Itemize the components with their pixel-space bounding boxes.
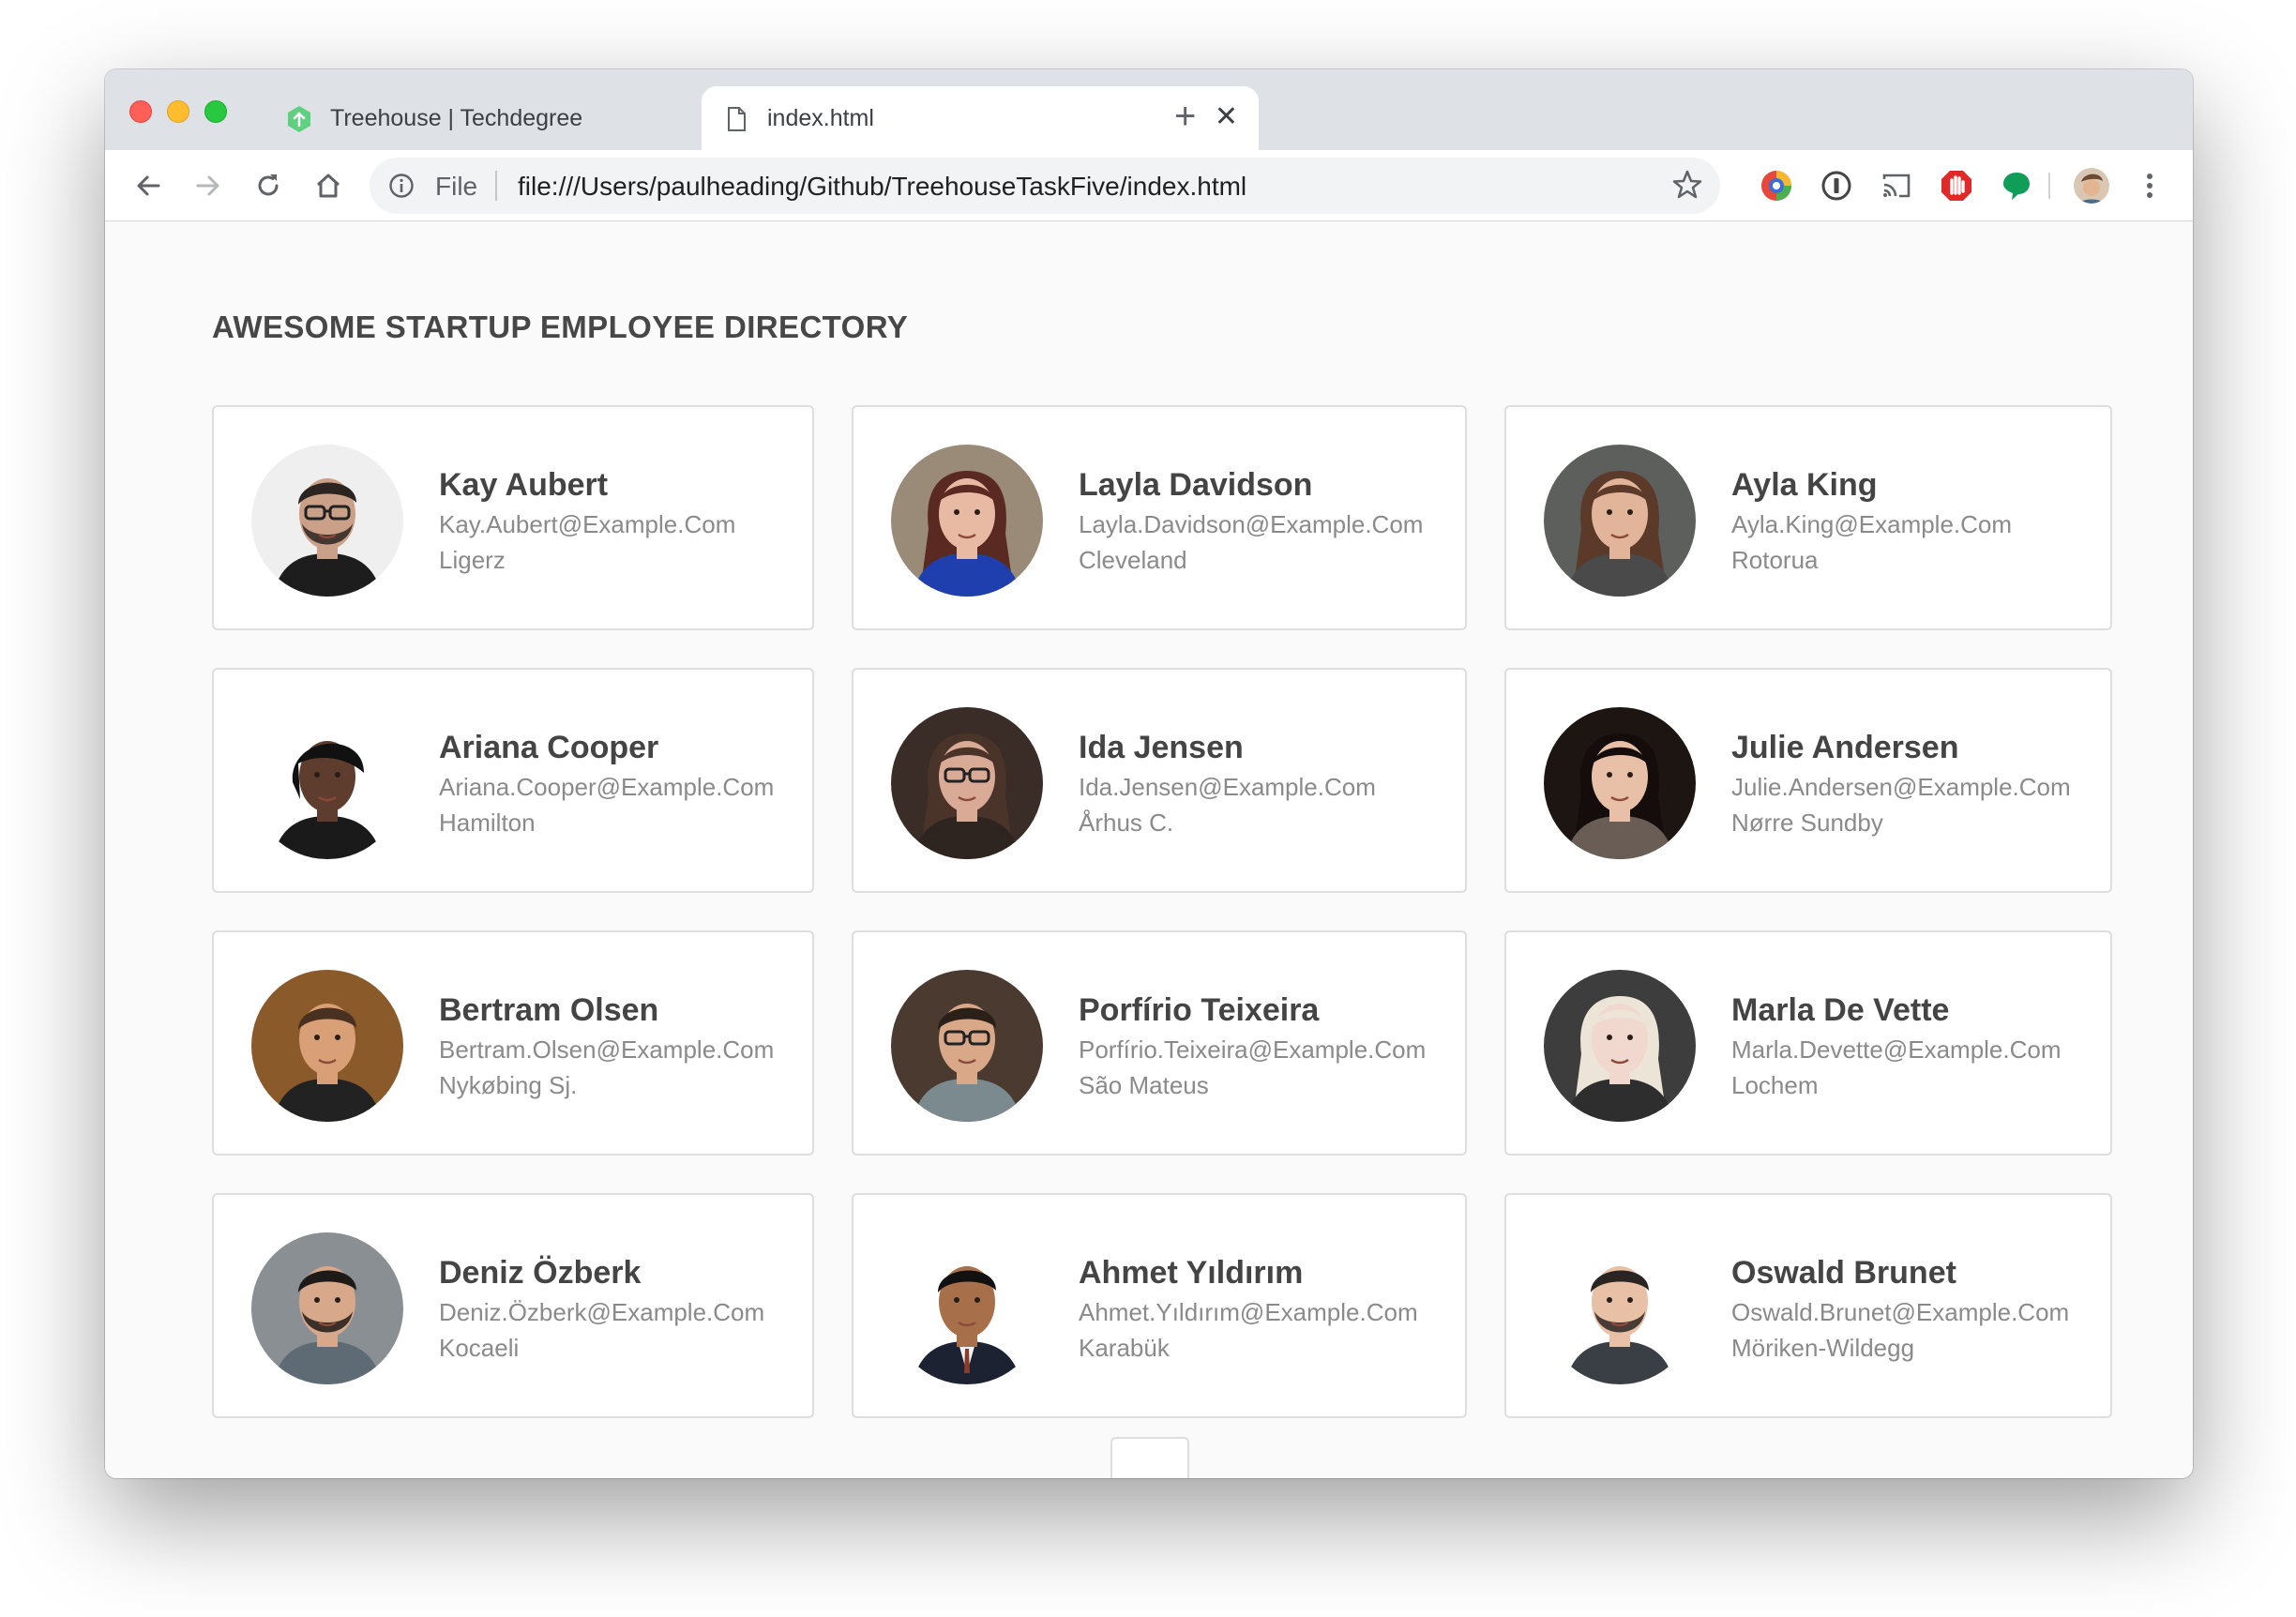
password-manager-extension-icon[interactable]: [1818, 167, 1855, 204]
employee-email: Ahmet.Yıldırım@Example.Com: [1079, 1298, 1418, 1326]
home-icon: [316, 174, 340, 198]
employee-email: Layla.Davidson@Example.Com: [1079, 510, 1424, 538]
employee-avatar: [251, 970, 403, 1122]
employee-card[interactable]: Marla De Vette Marla.Devette@Example.Com L…: [1504, 930, 2112, 1156]
employee-card[interactable]: Deniz Özberk Deniz.Özberk@Example.Com Koca…: [212, 1193, 814, 1418]
employee-avatar: [891, 1232, 1043, 1384]
employee-avatar: [1544, 445, 1696, 597]
divider: [495, 171, 497, 201]
employee-name: Bertram Olsen: [439, 992, 659, 1028]
employee-name: Deniz Özberk: [439, 1255, 642, 1291]
employee-email: Deniz.Özberk@Example.Com: [439, 1298, 765, 1326]
back-button[interactable]: [129, 167, 167, 204]
close-window-button[interactable]: [129, 100, 152, 123]
employee-city: Ligerz: [439, 546, 506, 574]
employee-city: Lochem: [1731, 1071, 1819, 1099]
employee-card[interactable]: Porfírio Teixeira Porfírio.Teixeira@Examp…: [852, 930, 1467, 1156]
home-button[interactable]: [310, 167, 347, 204]
adblock-extension-icon[interactable]: [1938, 167, 1975, 204]
page-title: AWESOME STARTUP EMPLOYEE DIRECTORY: [212, 310, 909, 344]
employee-avatar: [1544, 1232, 1696, 1384]
employee-name: Ayla King: [1731, 467, 1878, 503]
employee-email: Porfírio.Teixeira@Example.Com: [1079, 1035, 1427, 1064]
employee-avatar: [891, 707, 1043, 859]
employee-name: Porfírio Teixeira: [1079, 992, 1320, 1028]
employee-city: Karabük: [1079, 1334, 1170, 1362]
arrow-right-icon: [196, 175, 219, 196]
menu-kebab-icon[interactable]: [2131, 167, 2168, 204]
employee-card[interactable]: Kay Aubert Kay.Aubert@Example.Com Ligerz: [212, 405, 814, 630]
tab-close-icon[interactable]: ✕: [1215, 103, 1238, 131]
employee-name: Ariana Cooper: [439, 730, 659, 765]
divider: [2048, 173, 2050, 199]
employee-email: Ida.Jensen@Example.Com: [1079, 773, 1376, 801]
employee-card[interactable]: Oswald Brunet Oswald.Brunet@Example.Com Mö…: [1504, 1193, 2112, 1418]
employee-city: São Mateus: [1079, 1071, 1209, 1099]
employee-name: Julie Andersen: [1731, 730, 1959, 765]
employee-card[interactable]: Ayla King Ayla.King@Example.Com Rotorua: [1504, 405, 2112, 630]
bookmark-star-icon[interactable]: [1671, 169, 1703, 205]
reload-button[interactable]: [249, 167, 287, 204]
maximize-window-button[interactable]: [204, 100, 227, 123]
tab-title: index.html: [767, 105, 874, 131]
cast-icon[interactable]: [1878, 167, 1915, 204]
reload-icon: [258, 174, 279, 196]
employee-email: Marla.Devette@Example.Com: [1731, 1035, 2062, 1064]
employee-card[interactable]: Ariana Cooper Ariana.Cooper@Example.Com Ha…: [212, 668, 814, 893]
employee-name: Oswald Brunet: [1731, 1255, 1956, 1291]
profile-avatar[interactable]: [2073, 167, 2110, 204]
treehouse-favicon-icon: [285, 105, 313, 133]
arrow-left-icon: [137, 175, 160, 196]
employee-name: Marla De Vette: [1731, 992, 1950, 1028]
employee-avatar: [251, 1232, 403, 1384]
url-text[interactable]: file:///Users/paulheading/Github/Treehou…: [518, 172, 1246, 202]
employee-email: Julie.Andersen@Example.Com: [1731, 773, 2071, 801]
employee-city: Kocaeli: [439, 1334, 520, 1362]
employee-email: Oswald.Brunet@Example.Com: [1731, 1298, 2070, 1326]
browser-toolbar: File file:///Users/paulheading/Github/Tr…: [105, 150, 2193, 221]
employee-card[interactable]: Layla Davidson Layla.Davidson@Example.Com…: [852, 405, 1467, 630]
new-tab-button[interactable]: +: [1174, 98, 1196, 135]
employee-avatar: [1544, 707, 1696, 859]
employee-city: Hamilton: [439, 808, 536, 837]
browser-window: Treehouse | Techdegree ✕ index.html ✕ +: [105, 69, 2193, 1478]
employee-city: Nørre Sundby: [1731, 808, 1883, 837]
employee-city: Århus C.: [1079, 808, 1174, 837]
employee-card[interactable]: Bertram Olsen Bertram.Olsen@Example.Com Ny…: [212, 930, 814, 1156]
employee-email: Kay.Aubert@Example.Com: [439, 510, 736, 538]
employee-name: Ahmet Yıldırım: [1079, 1255, 1304, 1291]
color-picker-extension-icon[interactable]: [1758, 167, 1795, 204]
page-icon: [722, 105, 750, 133]
minimize-window-button[interactable]: [167, 100, 189, 123]
employee-city: Möriken-Wildegg: [1731, 1334, 1915, 1362]
tab-title: Treehouse | Techdegree: [330, 105, 583, 131]
page-content: AWESOME STARTUP EMPLOYEE DIRECTORY Kay A…: [105, 221, 2193, 1478]
scheme-label: File: [435, 172, 478, 201]
employee-card[interactable]: Julie Andersen Julie.Andersen@Example.Com…: [1504, 668, 2112, 893]
employee-card[interactable]: Ahmet Yıldırım Ahmet.Yıldırım@Example.Com…: [852, 1193, 1467, 1418]
employee-card[interactable]: Ida Jensen Ida.Jensen@Example.Com Århus C.: [852, 668, 1467, 893]
employee-avatar: [891, 445, 1043, 597]
info-icon[interactable]: [388, 173, 415, 204]
address-bar[interactable]: File file:///Users/paulheading/Github/Tr…: [370, 158, 1720, 214]
employee-city: Nykøbing Sj.: [439, 1071, 578, 1099]
chat-extension-icon[interactable]: [1998, 167, 2035, 204]
employee-email: Bertram.Olsen@Example.Com: [439, 1035, 775, 1064]
employee-city: Cleveland: [1079, 546, 1187, 574]
employee-avatar: [251, 707, 403, 859]
employee-name: Kay Aubert: [439, 467, 609, 503]
employee-city: Rotorua: [1731, 546, 1819, 574]
employee-name: Layla Davidson: [1079, 467, 1313, 503]
employee-avatar: [891, 970, 1043, 1122]
employee-avatar: [251, 445, 403, 597]
employee-name: Ida Jensen: [1079, 730, 1244, 765]
tab-strip: Treehouse | Techdegree ✕ index.html ✕ +: [105, 69, 2193, 150]
employee-email: Ariana.Cooper@Example.Com: [439, 773, 775, 801]
forward-button[interactable]: [189, 167, 227, 204]
employee-email: Ayla.King@Example.Com: [1731, 510, 2013, 538]
next-row-card[interactable]: [1110, 1437, 1189, 1478]
employee-avatar: [1544, 970, 1696, 1122]
